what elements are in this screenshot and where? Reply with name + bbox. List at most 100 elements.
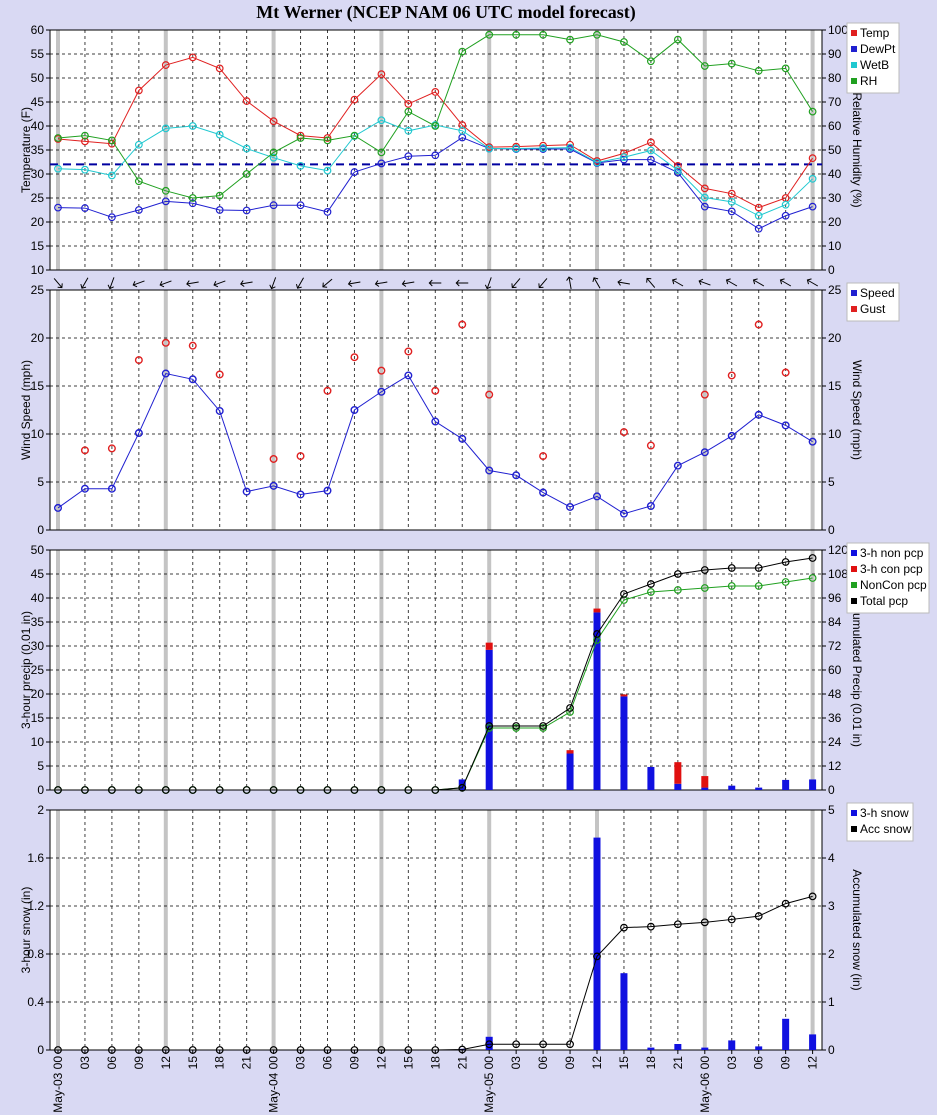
y-tick-label: 0 bbox=[37, 523, 44, 537]
y2-axis-label: Accumulated Precip (0.01 in) bbox=[850, 593, 864, 747]
precip-bar bbox=[755, 1046, 763, 1050]
x-tick-label: May-03 00 bbox=[51, 1056, 65, 1113]
precip-bar bbox=[674, 1044, 682, 1050]
wind-arrow bbox=[269, 277, 277, 290]
y-tick-label: 45 bbox=[31, 95, 45, 109]
y-axis-label: 3-hour snow (in) bbox=[19, 887, 33, 974]
x-tick-label: 09 bbox=[132, 1056, 146, 1070]
precip-bar bbox=[809, 1034, 817, 1050]
x-tick-label: 12 bbox=[159, 1056, 173, 1070]
y2-tick-label: 0 bbox=[828, 263, 835, 277]
wind-arrow bbox=[159, 280, 172, 288]
legend-label: Temp bbox=[860, 26, 890, 40]
legend-swatch bbox=[851, 566, 857, 572]
y2-tick-label: 60 bbox=[828, 119, 842, 133]
legend-swatch bbox=[851, 78, 857, 84]
y2-tick-label: 50 bbox=[828, 143, 842, 157]
y-tick-label: 20 bbox=[31, 331, 45, 345]
y-tick-label: 10 bbox=[31, 263, 45, 277]
precip-bar bbox=[620, 694, 628, 697]
x-tick-label: 06 bbox=[752, 1056, 766, 1070]
wind-arrow bbox=[107, 277, 115, 290]
wind-arrow bbox=[80, 277, 89, 289]
x-tick-label: 03 bbox=[294, 1056, 308, 1070]
y-tick-label: 55 bbox=[31, 47, 45, 61]
y-tick-label: 50 bbox=[31, 543, 45, 557]
y2-axis-label: Wind Speed (mph) bbox=[850, 360, 864, 460]
y2-tick-label: 60 bbox=[828, 663, 842, 677]
y2-tick-label: 84 bbox=[828, 615, 842, 629]
precip-bar bbox=[809, 779, 817, 790]
wind-arrow bbox=[347, 280, 361, 287]
wind-arrow-shaft bbox=[297, 277, 304, 289]
legend-label: RH bbox=[860, 74, 877, 88]
y2-tick-label: 0 bbox=[828, 523, 835, 537]
precip-bar bbox=[593, 608, 601, 613]
x-tick-label: 15 bbox=[617, 1056, 631, 1070]
legend-swatch bbox=[851, 826, 857, 832]
precip-bar bbox=[782, 779, 790, 790]
legend-swatch bbox=[851, 62, 857, 68]
x-tick-label: 09 bbox=[779, 1056, 793, 1070]
y2-tick-label: 2 bbox=[828, 947, 835, 961]
y2-tick-label: 1 bbox=[828, 995, 835, 1009]
wind-arrow-shaft bbox=[672, 279, 684, 287]
x-tick-label: 03 bbox=[509, 1056, 523, 1070]
x-tick-label: 18 bbox=[213, 1056, 227, 1070]
y2-tick-label: 5 bbox=[828, 475, 835, 489]
y-tick-label: 20 bbox=[31, 215, 45, 229]
y-tick-label: 2 bbox=[37, 803, 44, 817]
wind-arrow bbox=[511, 278, 521, 289]
precip-bar bbox=[728, 1040, 736, 1050]
y2-tick-label: 36 bbox=[828, 711, 842, 725]
precip-bar bbox=[701, 1047, 709, 1050]
precip-bar bbox=[620, 973, 628, 1050]
x-tick-label: 06 bbox=[536, 1056, 550, 1070]
y-axis-label: Wind Speed (mph) bbox=[19, 360, 33, 460]
y2-tick-label: 12 bbox=[828, 759, 842, 773]
y-tick-label: 0 bbox=[37, 783, 44, 797]
y2-tick-label: 80 bbox=[828, 71, 842, 85]
legend-swatch bbox=[851, 810, 857, 816]
wind-arrow bbox=[672, 278, 684, 287]
wind-arrow bbox=[592, 277, 601, 289]
precip-bar bbox=[593, 612, 601, 790]
precip-bar bbox=[674, 762, 682, 784]
x-tick-label: May-04 00 bbox=[267, 1056, 281, 1113]
legend-label: 3-h non pcp bbox=[860, 546, 924, 560]
x-tick-label: 09 bbox=[347, 1056, 361, 1070]
legend-label: Total pcp bbox=[860, 594, 908, 608]
wind-arrow bbox=[53, 278, 63, 289]
legend-label: Acc snow bbox=[860, 822, 912, 836]
y-tick-label: 0 bbox=[37, 1043, 44, 1057]
x-tick-label: 06 bbox=[321, 1056, 335, 1070]
chart-title: Mt Werner (NCEP NAM 06 UTC model forecas… bbox=[256, 2, 635, 23]
x-tick-label: 15 bbox=[401, 1056, 415, 1070]
wind-arrow bbox=[186, 280, 199, 287]
y-tick-label: 5 bbox=[37, 475, 44, 489]
y2-tick-label: 20 bbox=[828, 215, 842, 229]
y-tick-label: 10 bbox=[31, 735, 45, 749]
y2-tick-label: 10 bbox=[828, 239, 842, 253]
precip-bar bbox=[485, 649, 493, 790]
legend-swatch bbox=[851, 306, 857, 312]
legend-label: 3-h con pcp bbox=[860, 562, 923, 576]
y2-tick-label: 4 bbox=[828, 851, 835, 865]
precip-bar bbox=[620, 696, 628, 790]
legend-swatch bbox=[851, 582, 857, 588]
legend-label: Speed bbox=[860, 286, 895, 300]
y-tick-label: 50 bbox=[31, 71, 45, 85]
precip-bar bbox=[647, 766, 655, 790]
legend-swatch bbox=[851, 290, 857, 296]
y-tick-label: 40 bbox=[31, 591, 45, 605]
y2-tick-label: 15 bbox=[828, 379, 842, 393]
wind-arrow bbox=[374, 280, 388, 287]
wind-arrow bbox=[240, 280, 253, 287]
precip-bar bbox=[566, 750, 574, 754]
precip-bar bbox=[593, 837, 601, 1050]
y-tick-label: 1.6 bbox=[27, 851, 44, 865]
y-axis-label: 3-hour precip (0.01 in) bbox=[19, 611, 33, 729]
y2-tick-label: 24 bbox=[828, 735, 842, 749]
wind-arrow bbox=[428, 279, 442, 287]
y2-tick-label: 72 bbox=[828, 639, 842, 653]
